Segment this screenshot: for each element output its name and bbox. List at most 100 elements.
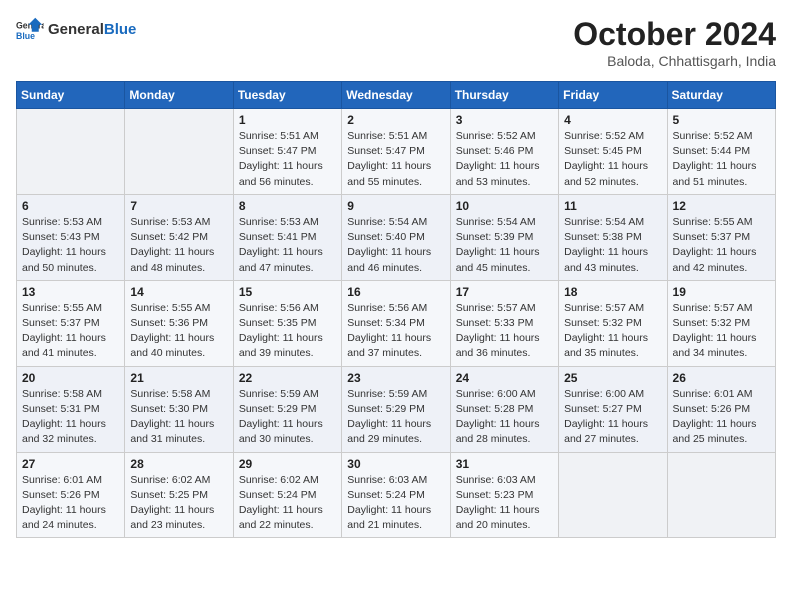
day-of-week-header: Tuesday [233,82,341,109]
day-info: Sunrise: 5:51 AM Sunset: 5:47 PM Dayligh… [239,129,336,190]
day-number: 31 [456,457,553,471]
calendar-day-cell [17,109,125,195]
day-number: 26 [673,371,770,385]
calendar-day-cell: 30 Sunrise: 6:03 AM Sunset: 5:24 PM Dayli… [342,452,450,538]
day-of-week-header: Sunday [17,82,125,109]
day-info: Sunrise: 5:57 AM Sunset: 5:32 PM Dayligh… [673,301,770,362]
day-number: 10 [456,199,553,213]
day-number: 12 [673,199,770,213]
location: Baloda, Chhattisgarh, India [573,53,776,69]
day-number: 24 [456,371,553,385]
day-number: 14 [130,285,227,299]
calendar-day-cell: 19 Sunrise: 5:57 AM Sunset: 5:32 PM Dayli… [667,280,775,366]
calendar-day-cell: 12 Sunrise: 5:55 AM Sunset: 5:37 PM Dayli… [667,194,775,280]
day-info: Sunrise: 5:54 AM Sunset: 5:39 PM Dayligh… [456,215,553,276]
calendar-day-cell: 23 Sunrise: 5:59 AM Sunset: 5:29 PM Dayli… [342,366,450,452]
day-info: Sunrise: 5:56 AM Sunset: 5:35 PM Dayligh… [239,301,336,362]
day-info: Sunrise: 5:53 AM Sunset: 5:41 PM Dayligh… [239,215,336,276]
day-info: Sunrise: 6:03 AM Sunset: 5:23 PM Dayligh… [456,473,553,534]
calendar-day-cell: 8 Sunrise: 5:53 AM Sunset: 5:41 PM Daylig… [233,194,341,280]
day-number: 25 [564,371,661,385]
day-info: Sunrise: 5:57 AM Sunset: 5:32 PM Dayligh… [564,301,661,362]
calendar-day-cell: 18 Sunrise: 5:57 AM Sunset: 5:32 PM Dayli… [559,280,667,366]
day-number: 1 [239,113,336,127]
calendar-day-cell: 27 Sunrise: 6:01 AM Sunset: 5:26 PM Dayli… [17,452,125,538]
day-info: Sunrise: 5:57 AM Sunset: 5:33 PM Dayligh… [456,301,553,362]
day-of-week-header: Friday [559,82,667,109]
day-info: Sunrise: 5:55 AM Sunset: 5:36 PM Dayligh… [130,301,227,362]
calendar-day-cell: 3Sunrise: 5:52 AM Sunset: 5:46 PM Daylig… [450,109,558,195]
day-number: 30 [347,457,444,471]
logo-icon: General Blue [16,16,44,44]
day-number: 7 [130,199,227,213]
calendar-day-cell: 14 Sunrise: 5:55 AM Sunset: 5:36 PM Dayli… [125,280,233,366]
calendar-table: SundayMondayTuesdayWednesdayThursdayFrid… [16,81,776,538]
day-number: 20 [22,371,119,385]
calendar-week-row: 13 Sunrise: 5:55 AM Sunset: 5:37 PM Dayli… [17,280,776,366]
calendar-day-cell: 26Sunrise: 6:01 AM Sunset: 5:26 PM Dayli… [667,366,775,452]
day-number: 23 [347,371,444,385]
calendar-week-row: 6 Sunrise: 5:53 AM Sunset: 5:43 PM Daylig… [17,194,776,280]
calendar-week-row: 20 Sunrise: 5:58 AM Sunset: 5:31 PM Dayli… [17,366,776,452]
day-info: Sunrise: 5:59 AM Sunset: 5:29 PM Dayligh… [239,387,336,448]
day-info: Sunrise: 6:03 AM Sunset: 5:24 PM Dayligh… [347,473,444,534]
calendar-day-cell: 10 Sunrise: 5:54 AM Sunset: 5:39 PM Dayli… [450,194,558,280]
month-title: October 2024 [573,16,776,53]
calendar-day-cell: 25 Sunrise: 6:00 AM Sunset: 5:27 PM Dayli… [559,366,667,452]
day-number: 5 [673,113,770,127]
calendar-body: 1 Sunrise: 5:51 AM Sunset: 5:47 PM Daylig… [17,109,776,538]
calendar-day-cell: 29 Sunrise: 6:02 AM Sunset: 5:24 PM Dayli… [233,452,341,538]
day-info: Sunrise: 5:54 AM Sunset: 5:38 PM Dayligh… [564,215,661,276]
day-info: Sunrise: 5:56 AM Sunset: 5:34 PM Dayligh… [347,301,444,362]
calendar-day-cell: 13 Sunrise: 5:55 AM Sunset: 5:37 PM Dayli… [17,280,125,366]
day-number: 6 [22,199,119,213]
svg-text:Blue: Blue [16,31,35,41]
day-info: Sunrise: 6:02 AM Sunset: 5:25 PM Dayligh… [130,473,227,534]
day-info: Sunrise: 6:01 AM Sunset: 5:26 PM Dayligh… [22,473,119,534]
calendar-day-cell: 21Sunrise: 5:58 AM Sunset: 5:30 PM Dayli… [125,366,233,452]
calendar-day-cell: 1 Sunrise: 5:51 AM Sunset: 5:47 PM Daylig… [233,109,341,195]
day-number: 15 [239,285,336,299]
day-number: 28 [130,457,227,471]
page-header: General Blue GeneralBlue October 2024 Ba… [16,16,776,69]
day-info: Sunrise: 5:59 AM Sunset: 5:29 PM Dayligh… [347,387,444,448]
day-info: Sunrise: 6:02 AM Sunset: 5:24 PM Dayligh… [239,473,336,534]
day-info: Sunrise: 5:52 AM Sunset: 5:45 PM Dayligh… [564,129,661,190]
day-info: Sunrise: 5:55 AM Sunset: 5:37 PM Dayligh… [673,215,770,276]
day-info: Sunrise: 5:52 AM Sunset: 5:46 PM Dayligh… [456,129,553,190]
calendar-day-cell: 7Sunrise: 5:53 AM Sunset: 5:42 PM Daylig… [125,194,233,280]
calendar-day-cell: 5 Sunrise: 5:52 AM Sunset: 5:44 PM Daylig… [667,109,775,195]
day-number: 19 [673,285,770,299]
day-of-week-header: Thursday [450,82,558,109]
day-number: 13 [22,285,119,299]
calendar-day-cell [667,452,775,538]
header-row: SundayMondayTuesdayWednesdayThursdayFrid… [17,82,776,109]
day-number: 22 [239,371,336,385]
title-block: October 2024 Baloda, Chhattisgarh, India [573,16,776,69]
calendar-day-cell: 6 Sunrise: 5:53 AM Sunset: 5:43 PM Daylig… [17,194,125,280]
day-of-week-header: Wednesday [342,82,450,109]
day-of-week-header: Monday [125,82,233,109]
day-number: 29 [239,457,336,471]
day-info: Sunrise: 6:00 AM Sunset: 5:27 PM Dayligh… [564,387,661,448]
day-info: Sunrise: 5:51 AM Sunset: 5:47 PM Dayligh… [347,129,444,190]
calendar-day-cell: 31 Sunrise: 6:03 AM Sunset: 5:23 PM Dayli… [450,452,558,538]
day-number: 11 [564,199,661,213]
day-info: Sunrise: 5:54 AM Sunset: 5:40 PM Dayligh… [347,215,444,276]
day-info: Sunrise: 5:52 AM Sunset: 5:44 PM Dayligh… [673,129,770,190]
day-of-week-header: Saturday [667,82,775,109]
calendar-day-cell: 16 Sunrise: 5:56 AM Sunset: 5:34 PM Dayli… [342,280,450,366]
day-number: 16 [347,285,444,299]
calendar-header: SundayMondayTuesdayWednesdayThursdayFrid… [17,82,776,109]
calendar-day-cell: 20 Sunrise: 5:58 AM Sunset: 5:31 PM Dayli… [17,366,125,452]
day-number: 18 [564,285,661,299]
day-info: Sunrise: 5:55 AM Sunset: 5:37 PM Dayligh… [22,301,119,362]
calendar-day-cell: 15 Sunrise: 5:56 AM Sunset: 5:35 PM Dayli… [233,280,341,366]
day-number: 8 [239,199,336,213]
day-info: Sunrise: 5:53 AM Sunset: 5:43 PM Dayligh… [22,215,119,276]
day-info: Sunrise: 5:58 AM Sunset: 5:31 PM Dayligh… [22,387,119,448]
day-info: Sunrise: 6:00 AM Sunset: 5:28 PM Dayligh… [456,387,553,448]
calendar-day-cell: 28 Sunrise: 6:02 AM Sunset: 5:25 PM Dayli… [125,452,233,538]
day-number: 9 [347,199,444,213]
day-number: 27 [22,457,119,471]
